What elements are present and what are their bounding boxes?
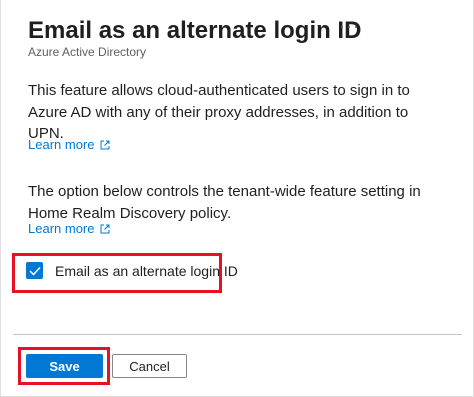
feature-description: This feature allows cloud-authenticated … (28, 82, 410, 142)
page-subtitle: Azure Active Directory (28, 45, 147, 59)
learn-more-label: Learn more (28, 137, 95, 152)
checkmark-icon (28, 266, 41, 276)
policy-description: The option below controls the tenant-wid… (28, 183, 421, 222)
external-link-icon (100, 140, 110, 149)
email-login-id-checkbox[interactable]: Email as an alternate login ID (26, 262, 238, 279)
checkbox-checked[interactable] (26, 262, 43, 279)
checkbox-label: Email as an alternate login ID (55, 262, 238, 279)
save-button[interactable]: Save (26, 354, 103, 378)
blade-panel: Email as an alternate login ID ··· Azure… (0, 0, 474, 397)
page-title: Email as an alternate login ID (28, 17, 362, 44)
learn-more-link-1[interactable]: Learn more (28, 137, 110, 152)
footer-divider (13, 334, 462, 335)
learn-more-link-2[interactable]: Learn more (28, 221, 110, 236)
more-ellipsis-icon[interactable]: ··· (339, 16, 360, 37)
external-link-icon (100, 224, 110, 233)
cancel-button[interactable]: Cancel (112, 354, 187, 378)
learn-more-label: Learn more (28, 221, 95, 236)
